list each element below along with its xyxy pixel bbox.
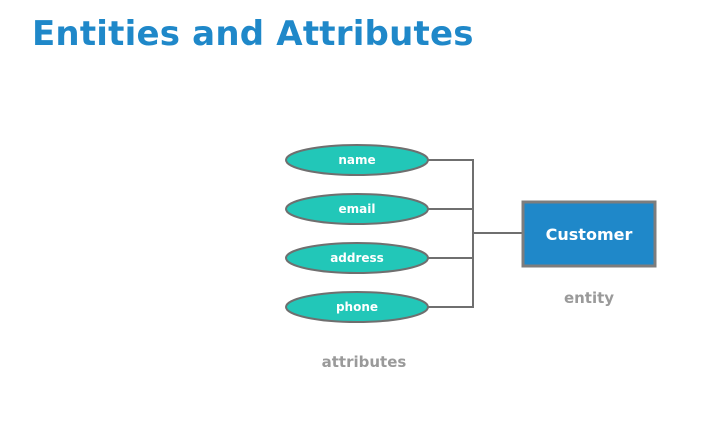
entity-caption: entity bbox=[564, 289, 614, 307]
entity-label: Customer bbox=[546, 225, 633, 244]
connector-lines bbox=[428, 159, 523, 308]
attribute-name: name bbox=[285, 144, 429, 176]
er-diagram: name email address phone Customer entity… bbox=[285, 144, 657, 371]
attribute-phone: phone bbox=[285, 291, 429, 323]
attribute-label: email bbox=[339, 202, 376, 216]
attribute-address: address bbox=[285, 242, 429, 274]
entity-customer: Customer bbox=[521, 200, 657, 268]
attribute-label: name bbox=[338, 153, 375, 167]
attribute-label: phone bbox=[336, 300, 378, 314]
attribute-label: address bbox=[330, 251, 384, 265]
attributes-caption: attributes bbox=[322, 353, 407, 371]
attribute-email: email bbox=[285, 193, 429, 225]
